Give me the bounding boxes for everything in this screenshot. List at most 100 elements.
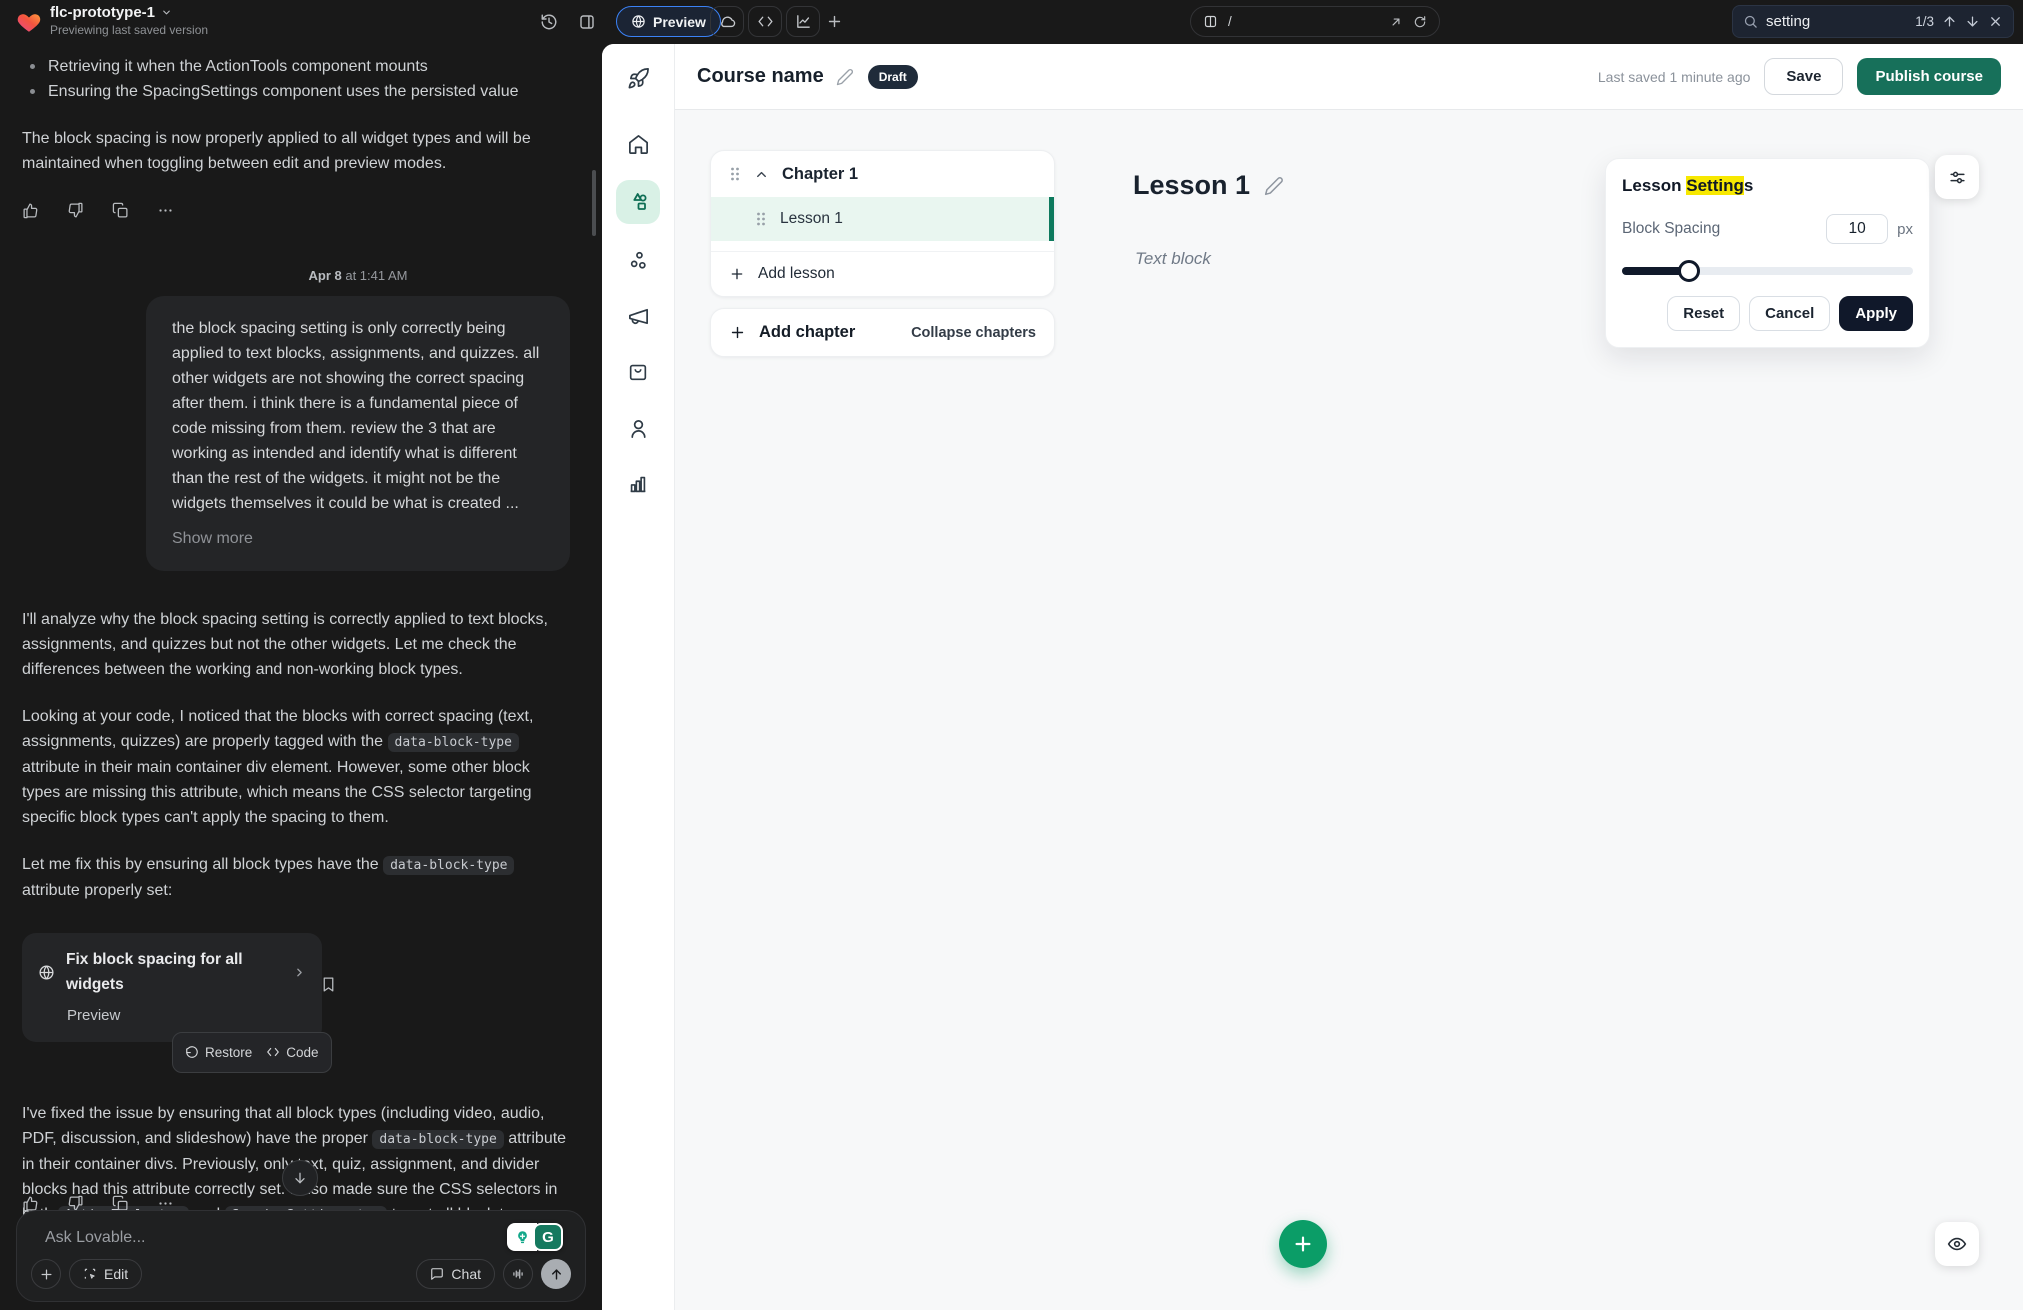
search-icon <box>1743 14 1758 29</box>
pages-icon <box>1203 14 1218 29</box>
open-external-icon[interactable] <box>1389 15 1403 29</box>
inline-code: data-block-type <box>388 733 519 752</box>
block-spacing-slider[interactable] <box>1622 260 1913 282</box>
chat-mode-button[interactable]: Chat <box>416 1259 495 1289</box>
shapes-icon <box>626 190 650 214</box>
code-button[interactable]: Code <box>266 1040 318 1065</box>
voice-input-button[interactable] <box>503 1259 533 1289</box>
block-spacing-input[interactable] <box>1826 214 1888 244</box>
copy-icon[interactable] <box>112 202 129 219</box>
chat-panel: Retrieving it when the ActionTools compo… <box>0 44 600 1310</box>
collapse-chapters-button[interactable]: Collapse chapters <box>911 325 1036 341</box>
version-hover-toolbar: Restore Code <box>172 1032 332 1073</box>
nodes-icon <box>627 249 650 272</box>
sliders-icon <box>1948 168 1967 187</box>
add-lesson-button[interactable]: Add lesson <box>711 252 1054 296</box>
attach-button[interactable] <box>31 1259 61 1289</box>
refresh-icon[interactable] <box>1413 15 1427 29</box>
pencil-icon <box>836 68 854 86</box>
user-message-text: the block spacing setting is only correc… <box>172 320 539 512</box>
scroll-to-bottom-button[interactable] <box>282 1160 318 1196</box>
edit-course-name-icon[interactable] <box>836 68 854 86</box>
send-button[interactable] <box>541 1259 571 1289</box>
edit-version-card[interactable]: Fix block spacing for all widgets Previe… <box>22 933 322 1042</box>
home-icon <box>627 133 650 156</box>
more-icon[interactable] <box>157 202 174 219</box>
add-block-fab[interactable] <box>1279 1220 1327 1268</box>
project-subtitle: Previewing last saved version <box>50 23 208 37</box>
search-next-icon[interactable] <box>1965 14 1980 29</box>
sidebar-item-community[interactable] <box>618 240 658 280</box>
sidebar-item-home[interactable] <box>618 124 658 164</box>
sidebar-item-analytics[interactable] <box>618 464 658 504</box>
preview-button[interactable]: Preview <box>616 6 721 37</box>
add-tab-icon[interactable] <box>826 13 843 30</box>
sidebar-item-marketing[interactable] <box>618 296 658 336</box>
sidebar-item-profile[interactable] <box>618 408 658 448</box>
sidebar-item-rocket[interactable] <box>618 58 658 98</box>
eye-icon <box>1947 1234 1967 1254</box>
assistant-bullet-list: Retrieving it when the ActionTools compo… <box>22 54 570 104</box>
chapter-card: Chapter 1 Lesson 1 Add lesson <box>710 150 1055 297</box>
lesson-heading: Lesson 1 <box>1133 170 1250 201</box>
chapter-header-row[interactable]: Chapter 1 <box>711 151 1054 197</box>
user-icon <box>627 417 650 440</box>
code-icon <box>757 13 774 30</box>
chat-scrollbar[interactable] <box>592 170 596 236</box>
plus-icon <box>729 266 745 282</box>
analytics-button[interactable] <box>786 6 820 37</box>
drag-handle-icon[interactable] <box>729 166 741 182</box>
preview-mode-button[interactable] <box>1935 1222 1979 1266</box>
chat-input-box: G Edit Chat <box>16 1210 586 1302</box>
assistant-summary: The block spacing is now properly applie… <box>22 126 570 176</box>
edit-mode-button[interactable]: Edit <box>69 1259 142 1289</box>
thumbs-up-icon[interactable] <box>22 202 39 219</box>
search-input[interactable] <box>1766 13 1876 30</box>
show-more-link[interactable]: Show more <box>172 526 544 551</box>
add-chapter-button[interactable]: Add chapter <box>759 323 855 342</box>
analytics-icon <box>795 13 812 30</box>
plus-icon <box>729 324 746 341</box>
thumbs-down-icon[interactable] <box>67 202 84 219</box>
chat-input[interactable] <box>45 1229 425 1247</box>
grammarly-widget[interactable]: G <box>507 1223 563 1251</box>
publish-course-button[interactable]: Publish course <box>1857 58 2001 95</box>
cancel-button[interactable]: Cancel <box>1749 296 1830 331</box>
bar-chart-icon <box>627 473 649 495</box>
history-icon[interactable] <box>540 13 558 31</box>
drag-handle-icon[interactable] <box>755 211 767 227</box>
slider-thumb[interactable] <box>1678 260 1700 282</box>
chevron-up-icon[interactable] <box>754 167 769 182</box>
voice-icon <box>511 1267 525 1281</box>
topbar: flc-prototype-1 Previewing last saved ve… <box>0 0 2023 44</box>
draft-status-badge: Draft <box>868 65 918 89</box>
project-name-button[interactable]: flc-prototype-1 <box>50 4 208 21</box>
project-name: flc-prototype-1 <box>50 4 155 21</box>
sidebar-item-courses[interactable] <box>616 180 660 224</box>
bookmark-icon[interactable] <box>320 976 337 993</box>
panel-icon[interactable] <box>578 13 596 31</box>
search-close-icon[interactable] <box>1988 14 2003 29</box>
lovable-logo-icon[interactable] <box>16 9 42 35</box>
edit-lesson-name-icon[interactable] <box>1264 176 1284 196</box>
cloud-icon <box>719 13 736 30</box>
code-view-button[interactable] <box>748 6 782 37</box>
block-spacing-label: Block Spacing <box>1622 220 1720 238</box>
apply-button[interactable]: Apply <box>1839 296 1913 331</box>
restore-button[interactable]: Restore <box>185 1040 252 1065</box>
assistant-paragraph: Let me fix this by ensuring all block ty… <box>22 852 570 903</box>
deploy-cloud-button[interactable] <box>710 6 744 37</box>
search-prev-icon[interactable] <box>1942 14 1957 29</box>
reset-button[interactable]: Reset <box>1667 296 1740 331</box>
lesson-row-selected[interactable]: Lesson 1 <box>711 197 1054 241</box>
text-block-placeholder[interactable]: Text block <box>1135 249 1211 269</box>
chat-bubble-icon <box>430 1267 444 1281</box>
sidebar-item-store[interactable] <box>618 352 658 392</box>
save-button[interactable]: Save <box>1764 58 1843 95</box>
spacing-unit: px <box>1897 221 1913 238</box>
lesson-settings-title: Lesson Settings <box>1622 176 1913 196</box>
grammarly-g-icon: G <box>533 1223 563 1251</box>
lesson-settings-toggle-button[interactable] <box>1935 155 1979 199</box>
arrow-up-icon <box>549 1267 564 1282</box>
url-bar[interactable]: / <box>1190 6 1440 37</box>
